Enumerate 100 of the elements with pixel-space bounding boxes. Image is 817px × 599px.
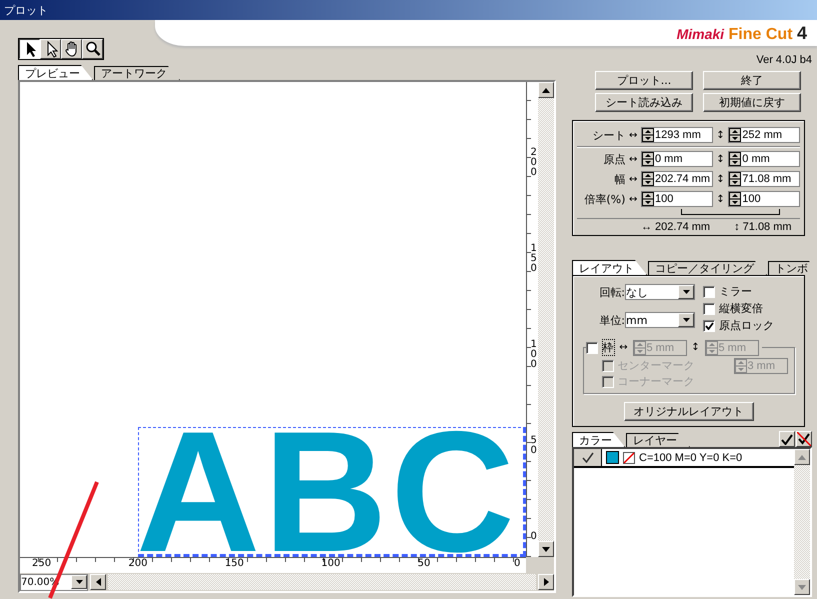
spinner-icon [729, 172, 742, 186]
ruler-label: 100 [320, 558, 342, 571]
spinner-icon [729, 128, 742, 142]
spinner-icon [642, 172, 654, 186]
dropdown-button[interactable] [678, 313, 694, 327]
dropdown-button[interactable] [71, 575, 87, 589]
height-symbol: ↕ [715, 154, 726, 164]
dropdown[interactable]: mm [625, 312, 695, 328]
tab[interactable]: アートワーク [94, 66, 180, 80]
ruler-label: 200 [127, 558, 148, 571]
action-button[interactable]: シート読み込み [595, 93, 693, 112]
spin-field[interactable]: 100 [641, 191, 713, 207]
field-label: 幅 [613, 172, 626, 186]
scroll-right-button[interactable] [538, 574, 554, 590]
right-arrow-icon [544, 578, 548, 586]
result-height: ↕ 71.08 mm [734, 221, 792, 233]
ruler-label: 50 [416, 558, 432, 571]
scroll-up-button[interactable] [794, 449, 810, 465]
window-title: プロット [4, 4, 48, 17]
checkbox-label: ミラー [719, 284, 752, 299]
scrollbar[interactable] [538, 82, 554, 557]
checkbox[interactable] [703, 286, 715, 298]
up-arrow-icon [542, 88, 550, 92]
logo: Mimaki Fine Cut 4 [676, 22, 807, 44]
caret-icon [682, 318, 690, 322]
scroll-down-button[interactable] [794, 579, 810, 595]
no-stroke-icon [623, 452, 635, 464]
width-symbol: ↔ [628, 174, 638, 184]
ruler-label: 250 [31, 558, 52, 571]
spin-field[interactable]: 252 mm [728, 127, 800, 143]
checkbox[interactable] [574, 449, 602, 466]
checkbox[interactable] [703, 302, 715, 314]
ruler-label: 100 [530, 340, 538, 372]
down-arrow-icon [542, 546, 550, 552]
dropdown-button[interactable] [678, 285, 694, 299]
ruler-label: 0 [530, 532, 538, 542]
spinner-icon [642, 128, 654, 142]
field-label: 倍率(%) [583, 192, 626, 206]
spinner-icon [734, 359, 746, 373]
tab[interactable]: カラー [572, 432, 625, 447]
checkbox-label: 枠 [602, 339, 614, 356]
scrollbar[interactable] [794, 449, 810, 595]
crossed-checkmark-icon [797, 432, 811, 446]
dropdown[interactable]: なし [625, 284, 695, 300]
tab[interactable]: プレビュー [18, 65, 93, 80]
hand-icon [64, 40, 80, 58]
spinner-icon [642, 152, 654, 166]
check-all-button[interactable] [779, 431, 795, 447]
ruler-label: 200 [530, 148, 538, 180]
artwork-text: ABC [139, 430, 518, 554]
spinner-icon [729, 192, 742, 206]
checkbox[interactable] [703, 320, 715, 332]
spinner-icon [634, 340, 646, 354]
spinner-icon [729, 152, 742, 166]
width-symbol: ↔ [618, 342, 629, 353]
tab[interactable]: コピー／タイリング [648, 261, 767, 275]
field-label: 原点 [602, 152, 626, 166]
checkbox-label: センターマーク [618, 358, 694, 373]
color-label: C=100 M=0 Y=0 K=0 [639, 452, 742, 464]
ruler-label: 50 [530, 436, 538, 458]
tool-button[interactable] [19, 39, 40, 59]
spin-field[interactable]: 1293 mm [641, 127, 713, 143]
ruler-label: 150 [530, 244, 538, 276]
checkbox-label: 縦横変倍 [719, 301, 763, 316]
scroll-down-button[interactable] [538, 541, 554, 557]
action-button[interactable]: 初期値に戻す [703, 93, 801, 112]
width-symbol: ↔ [628, 154, 638, 164]
original-layout-button[interactable]: オリジナルレイアウト [624, 402, 754, 421]
down-arrow-icon [798, 584, 806, 590]
scrollbar[interactable] [108, 574, 536, 590]
spinner-icon [642, 192, 654, 206]
checkmark-icon [781, 434, 793, 444]
left-arrow-icon [96, 578, 100, 586]
caret-icon [682, 290, 690, 294]
height-symbol: ↕ [715, 194, 726, 204]
spin-field[interactable]: 71.08 mm [728, 171, 800, 187]
spin-field[interactable]: 0 mm [641, 151, 713, 167]
scroll-left-button[interactable] [90, 574, 106, 590]
action-button[interactable]: 終了 [703, 71, 801, 90]
spin-field[interactable]: 0 mm [728, 151, 800, 167]
scroll-up-button[interactable] [538, 82, 554, 98]
spin-field[interactable]: 100 [728, 191, 800, 207]
action-button[interactable]: プロット... [595, 71, 693, 90]
ruler-label: 150 [224, 558, 245, 571]
caret-icon [76, 580, 82, 584]
field-label: シート [591, 128, 626, 142]
width-symbol: ↔ [628, 130, 638, 140]
checkmark-icon [704, 322, 714, 330]
spinner-icon [706, 340, 718, 354]
height-symbol: ↕ [690, 342, 701, 353]
tab[interactable]: レイヤー [626, 433, 690, 447]
tab[interactable]: レイアウト [572, 260, 647, 275]
magnifier-icon [84, 40, 100, 58]
width-symbol: ↔ [628, 194, 638, 204]
color-row[interactable]: C=100 M=0 Y=0 K=0 [574, 449, 794, 468]
ruler-label: 0 [513, 558, 522, 571]
up-arrow-icon [798, 454, 806, 460]
uncheck-all-button[interactable] [796, 431, 812, 447]
spin-field[interactable]: 202.74 mm [641, 171, 713, 187]
checkbox-label: コーナーマーク [618, 374, 694, 389]
